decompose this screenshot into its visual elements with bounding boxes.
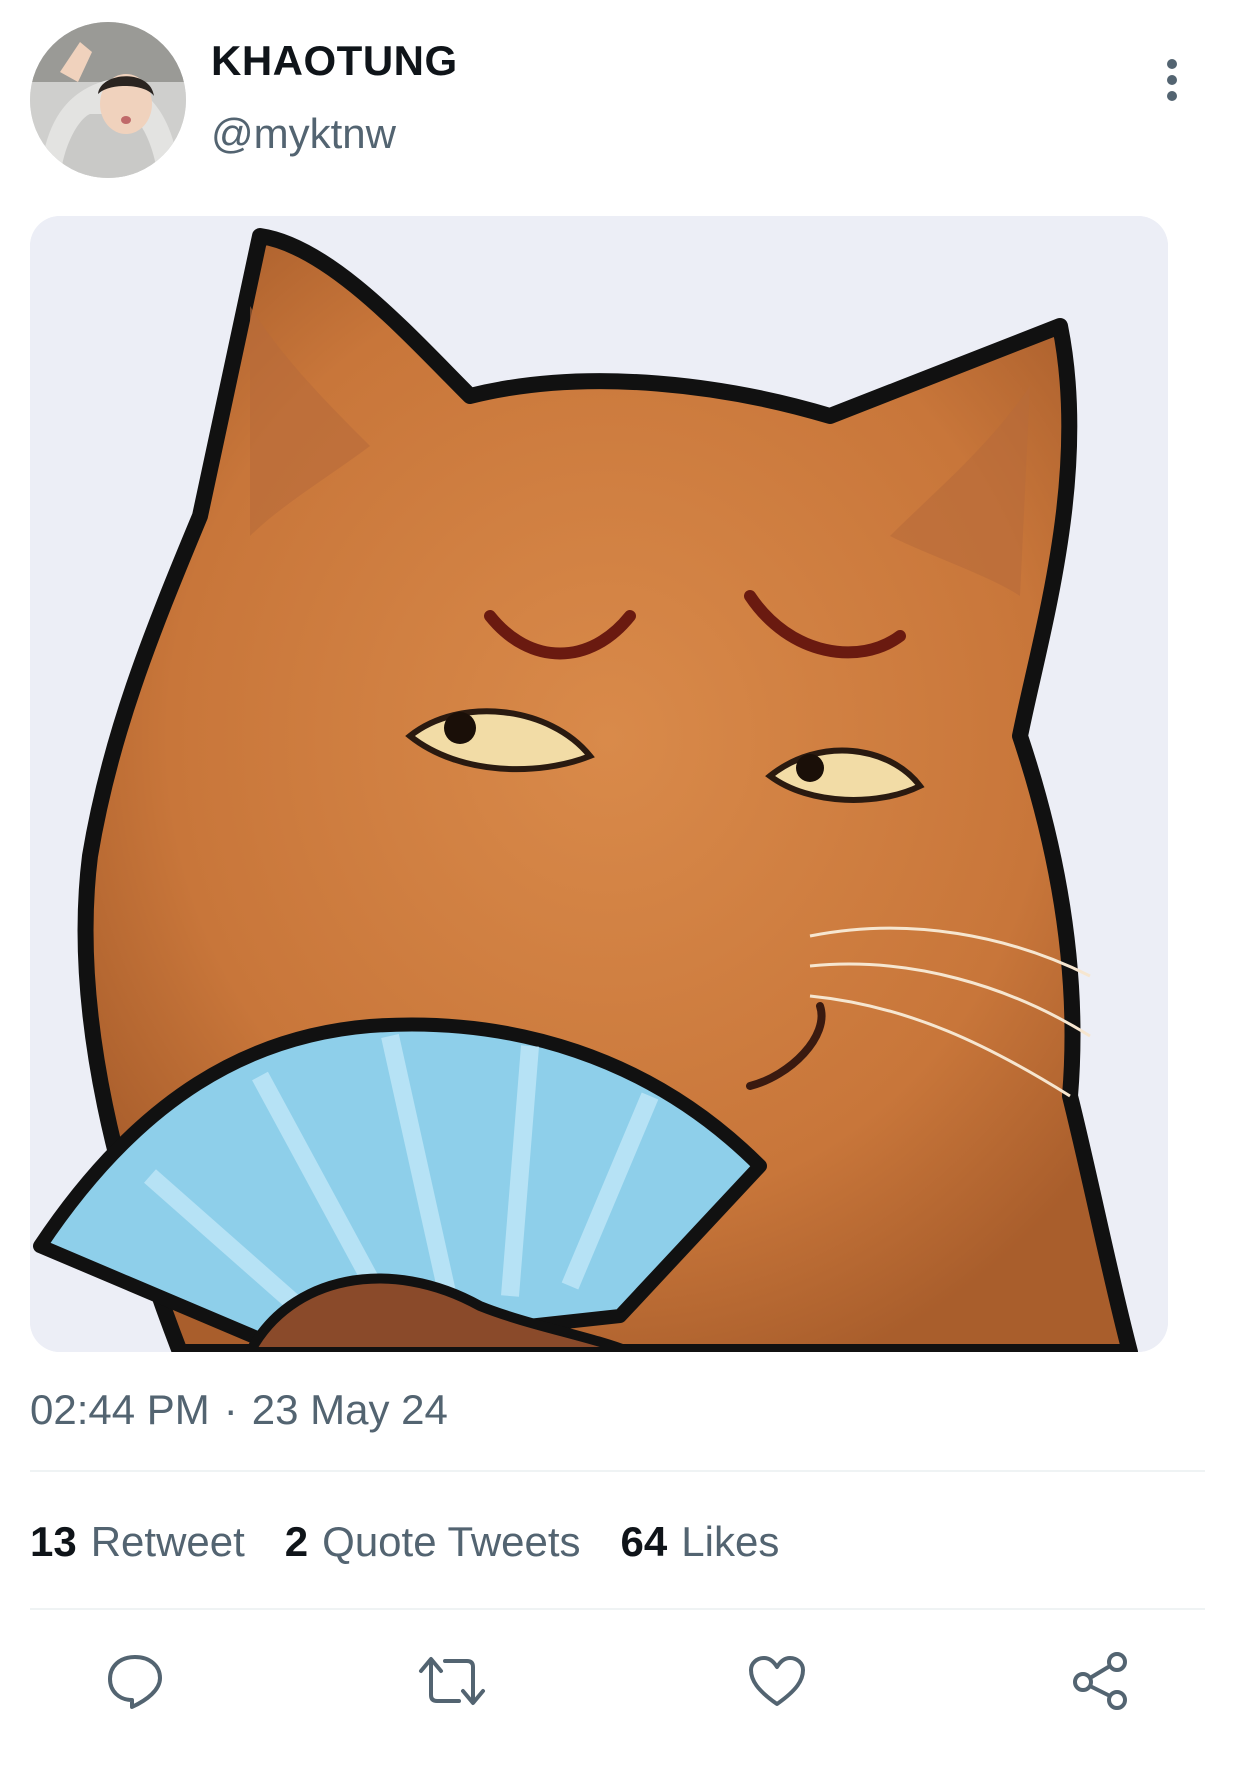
retweet-count: 13 (30, 1518, 77, 1565)
likes-count: 64 (620, 1518, 668, 1565)
share-button[interactable] (1066, 1648, 1136, 1714)
share-icon (1073, 1652, 1127, 1710)
tweet-time: 02:44 PM (30, 1386, 210, 1433)
display-name[interactable]: KHAOTUNG (211, 37, 458, 85)
tweet-detail: KHAOTUNG @myktnw 02:44 PM · 23 May 24 13… (0, 0, 1235, 1773)
reply-button[interactable] (100, 1648, 170, 1714)
quote-label: Quote Tweets (322, 1518, 581, 1565)
quote-tweets-stat[interactable]: 2 Quote Tweets (285, 1518, 581, 1566)
tweet-image[interactable] (30, 216, 1168, 1352)
heart-icon (749, 1656, 805, 1706)
avatar[interactable] (30, 22, 186, 178)
tweet-timestamp[interactable]: 02:44 PM · 23 May 24 (30, 1386, 448, 1434)
retweet-button[interactable] (417, 1648, 487, 1714)
more-vertical-icon[interactable] (1152, 50, 1192, 110)
like-button[interactable] (742, 1648, 812, 1714)
user-handle[interactable]: @myktnw (211, 110, 396, 158)
retweet-label: Retweet (90, 1518, 245, 1565)
retweet-stat[interactable]: 13 Retweet (30, 1518, 245, 1566)
timestamp-separator: · (223, 1386, 238, 1433)
reply-icon (108, 1655, 162, 1709)
retweet-icon (419, 1657, 485, 1705)
quote-count: 2 (284, 1518, 309, 1565)
divider (30, 1470, 1205, 1472)
tweet-date: 23 May 24 (251, 1386, 448, 1433)
divider (30, 1608, 1205, 1610)
likes-label: Likes (681, 1518, 780, 1565)
engagement-stats: 13 Retweet 2 Quote Tweets 64 Likes (30, 1518, 779, 1566)
likes-stat[interactable]: 64 Likes (621, 1518, 780, 1566)
